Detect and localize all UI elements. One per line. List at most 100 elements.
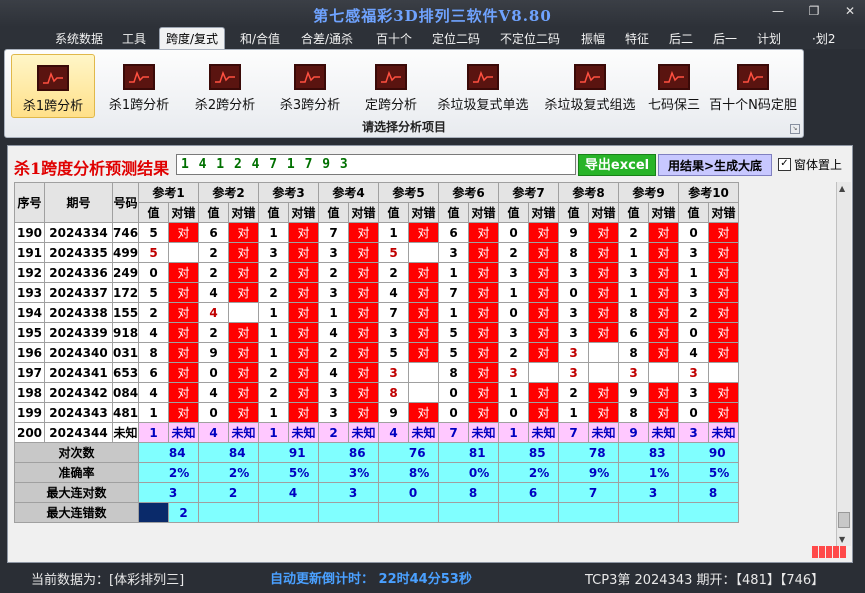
menu-item-1[interactable]: 工具	[122, 30, 146, 47]
ribbon-button-0[interactable]: 杀1跨分析	[11, 54, 95, 118]
minimize-icon[interactable]: —	[771, 4, 785, 18]
table-row[interactable]: 199 2024343 481 1 对 0 对 1 对 3 对 9 对 0 对 0 对 1 对 8 对 0 对	[14, 402, 740, 423]
checkbox-check-icon[interactable]: ✓	[778, 158, 791, 171]
cell-right: 对	[228, 322, 260, 343]
vertical-scrollbar[interactable]: ▲ ▼	[836, 182, 851, 546]
table-row[interactable]: 197 2024341 653 6 对 0 对 2 对 4 对 3 8 对 3 3 3 3	[14, 362, 740, 383]
close-icon[interactable]: ✕	[843, 4, 857, 18]
col-header-check: 对错	[288, 202, 320, 223]
stat-value: 46	[528, 482, 560, 503]
cell-value: 9	[378, 402, 410, 423]
stat-spacer	[678, 442, 709, 463]
cell-right: 对	[528, 342, 560, 363]
menu-item-13[interactable]: ·划2	[812, 30, 835, 47]
table-row[interactable]: 191 2024335 499 5 2 对 3 对 3 对 5 3 对 2 对 8 对 1 对 3 对	[14, 242, 740, 263]
scroll-up-icon[interactable]: ▲	[839, 184, 845, 193]
cell-value: 0	[198, 362, 230, 383]
col-header-ref: 参考9	[618, 182, 680, 203]
stat-value: 2	[588, 502, 620, 523]
cell-value: 5	[378, 342, 410, 363]
countdown: 自动更新倒计时： 22时44分53秒	[270, 568, 472, 587]
cell-right: 对	[348, 382, 380, 403]
cell-value: 4	[138, 382, 170, 403]
generate-base-button[interactable]: 用结果>生成大底	[658, 154, 772, 176]
cell-value: 3	[618, 362, 650, 383]
cell-right: 对	[168, 402, 200, 423]
cell-value: 1	[558, 402, 590, 423]
result-field[interactable]: 1 4 1 2 4 7 1 7 9 3	[176, 154, 576, 175]
menu-item-4[interactable]: 合差/通杀	[301, 30, 353, 47]
predict-row[interactable]: 200 2024344 未知 1 未知 4 未知 1 未知 2 未知 4 未知 7 未知 1 未知 7 未知 9 未知 3…	[14, 422, 740, 443]
cell-right: 对	[168, 322, 200, 343]
scroll-thumb[interactable]	[838, 512, 850, 528]
menu-item-0[interactable]: 系统数据	[55, 30, 103, 47]
table-row[interactable]: 198 2024342 084 4 对 4 对 2 对 3 对 8 0 对 1 对 2 对 9 对 3 对	[14, 382, 740, 403]
row-issue: 2024334	[44, 222, 113, 243]
menu-item-3[interactable]: 和/合值	[240, 30, 280, 47]
table-row[interactable]: 196 2024340 031 8 对 9 对 1 对 2 对 5 对 5 对 2 对 3 8 对 4 对	[14, 342, 740, 363]
ribbon-button-label: 七码保三	[647, 98, 700, 113]
menu-item-9[interactable]: 特征	[625, 30, 649, 47]
row-seq: 192	[14, 262, 45, 283]
stat-spacer	[138, 502, 170, 523]
menu-item-5[interactable]: 百十个	[376, 30, 412, 47]
cell-value: 1	[258, 222, 290, 243]
row-issue: 2024339	[44, 322, 113, 343]
restore-icon[interactable]: ❐	[807, 4, 821, 18]
stat-label: 最大连错数	[13, 502, 140, 523]
menu-item-11[interactable]: 后一	[713, 30, 737, 47]
cell-value: 4	[318, 362, 350, 383]
predict-unknown: 未知	[468, 422, 500, 443]
stat-value: 1	[288, 502, 320, 523]
menu-item-10[interactable]: 后二	[669, 30, 693, 47]
ribbon-expand-icon[interactable]: ↘	[790, 124, 800, 134]
ribbon-button-5[interactable]: 杀垃圾复式单选	[430, 54, 536, 118]
table-row[interactable]: 195 2024339 918 4 对 2 对 1 对 4 对 3 对 5 对 3 对 3 对 6 对 0 对	[14, 322, 740, 343]
menu-item-6[interactable]: 定位二码	[432, 30, 480, 47]
menu-item-7[interactable]: 不定位二码	[500, 30, 560, 47]
menu-item-12[interactable]: 计划	[757, 30, 781, 47]
cell-right: 对	[288, 262, 320, 283]
always-on-top-checkbox[interactable]: ✓ 窗体置上	[778, 156, 842, 173]
cell-value: 2	[258, 262, 290, 283]
ribbon-button-3[interactable]: 杀3跨分析	[268, 54, 352, 118]
cell-value: 0	[498, 402, 530, 423]
cell-value: 8	[618, 402, 650, 423]
cell-value: 8	[618, 342, 650, 363]
cell-right: 对	[528, 222, 560, 243]
ribbon-button-6[interactable]: 杀垃圾复式组选	[538, 54, 642, 118]
chart-icon	[737, 64, 769, 90]
col-header-val: 值	[618, 202, 650, 223]
ribbon-button-label: 定跨分析	[364, 98, 417, 113]
ribbon-button-1[interactable]: 杀1跨分析	[97, 54, 181, 118]
chart-icon	[37, 65, 69, 91]
cell-value: 2	[258, 362, 290, 383]
ribbon-button-7[interactable]: 七码保三	[642, 54, 706, 118]
ribbon-button-8[interactable]: 百十个N码定胆	[707, 54, 799, 118]
cell-value: 0	[558, 282, 590, 303]
table-row[interactable]: 192 2024336 249 0 对 2 对 2 对 2 对 2 对 1 对 3 对 3 对 3 对 1 对	[14, 262, 740, 283]
table-row[interactable]: 194 2024338 155 2 对 4 1 对 1 对 7 对 1 对 0 对 3 对 8 对 2 对	[14, 302, 740, 323]
ribbon-button-4[interactable]: 定跨分析	[353, 54, 429, 118]
cell-right: 对	[648, 382, 680, 403]
cell-right: 对	[648, 322, 680, 343]
scroll-down-icon[interactable]: ▼	[839, 535, 845, 544]
cell-value: 4	[198, 302, 230, 323]
cell-empty	[408, 242, 440, 263]
stat-value: 185	[528, 442, 560, 463]
cell-value: 2	[678, 302, 710, 323]
chart-icon	[467, 64, 499, 90]
cell-value: 0	[198, 402, 230, 423]
table-row[interactable]: 190 2024334 746 5 对 6 对 1 对 7 对 1 对 6 对 0 对 9 对 2 对 0 对	[14, 222, 740, 243]
ribbon-button-2[interactable]: 杀2跨分析	[183, 54, 267, 118]
stat-value: 1	[468, 502, 500, 523]
row-number: 918	[111, 322, 140, 343]
ribbon-button-label: 杀垃圾复式单选	[437, 98, 529, 113]
cell-right: 对	[648, 282, 680, 303]
menu-item-2[interactable]: 跨度/复式	[159, 27, 226, 49]
menu-item-8[interactable]: 振幅	[581, 30, 605, 47]
table-row[interactable]: 193 2024337 172 5 对 4 对 2 对 3 对 4 对 7 对 1 对 0 对 1 对 3 对	[14, 282, 740, 303]
export-excel-button[interactable]: 导出excel	[578, 154, 656, 176]
cell-right: 对	[228, 362, 260, 383]
cell-empty	[648, 362, 680, 383]
